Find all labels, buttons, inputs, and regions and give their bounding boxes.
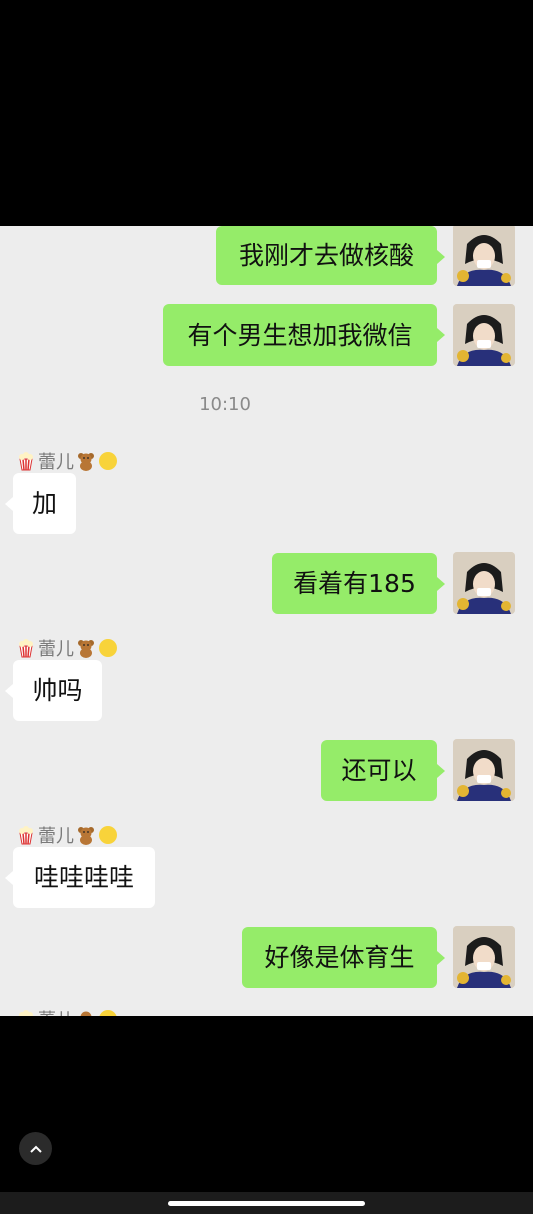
sender-name-text: 蕾儿 xyxy=(38,639,74,660)
popcorn-icon xyxy=(19,639,33,658)
sender-name-text: 蕾儿 xyxy=(38,826,74,847)
avatar[interactable] xyxy=(453,552,515,614)
sender-name-text: 蕾儿 xyxy=(38,1006,74,1016)
message-bubble-outgoing[interactable]: 我刚才去做核酸 xyxy=(216,226,445,285)
sender-name: 蕾儿 xyxy=(16,1006,118,1016)
teddy-bear-icon xyxy=(78,640,94,658)
timestamp: 10:10 xyxy=(199,394,251,415)
teddy-bear-icon xyxy=(78,453,94,471)
avatar[interactable] xyxy=(453,739,515,801)
popcorn-icon xyxy=(19,452,33,471)
chat-area: 我刚才去做核酸 有个男生想加我微信 10:10 蕾儿 加 看着有185 蕾儿 帅… xyxy=(0,226,533,1016)
yellow-circle-icon xyxy=(99,826,117,844)
yellow-circle-icon xyxy=(99,1010,117,1016)
message-bubble-incoming[interactable]: 哇哇哇哇 xyxy=(5,847,155,908)
teddy-bear-icon xyxy=(78,827,94,845)
chevron-up-icon xyxy=(29,1145,42,1153)
popcorn-icon xyxy=(19,1010,33,1016)
sender-name: 蕾儿 xyxy=(16,635,118,661)
sender-name: 蕾儿 xyxy=(16,448,118,474)
message-bubble-outgoing[interactable]: 好像是体育生 xyxy=(242,927,445,988)
sender-name: 蕾儿 xyxy=(16,822,118,848)
message-bubble-incoming[interactable]: 帅吗 xyxy=(5,660,102,721)
popcorn-icon xyxy=(19,826,33,845)
scroll-to-top-button[interactable] xyxy=(19,1132,52,1165)
teddy-bear-icon xyxy=(80,1011,92,1016)
avatar[interactable] xyxy=(453,226,515,286)
message-bubble-outgoing[interactable]: 还可以 xyxy=(321,740,445,801)
avatar[interactable] xyxy=(453,926,515,988)
message-bubble-outgoing[interactable]: 看着有185 xyxy=(272,553,445,614)
message-bubble-outgoing[interactable]: 有个男生想加我微信 xyxy=(163,304,445,366)
yellow-circle-icon xyxy=(99,452,117,470)
avatar[interactable] xyxy=(453,304,515,366)
home-indicator[interactable] xyxy=(168,1201,365,1206)
yellow-circle-icon xyxy=(99,639,117,657)
sender-name-text: 蕾儿 xyxy=(38,452,74,473)
message-bubble-incoming[interactable]: 加 xyxy=(5,473,76,534)
